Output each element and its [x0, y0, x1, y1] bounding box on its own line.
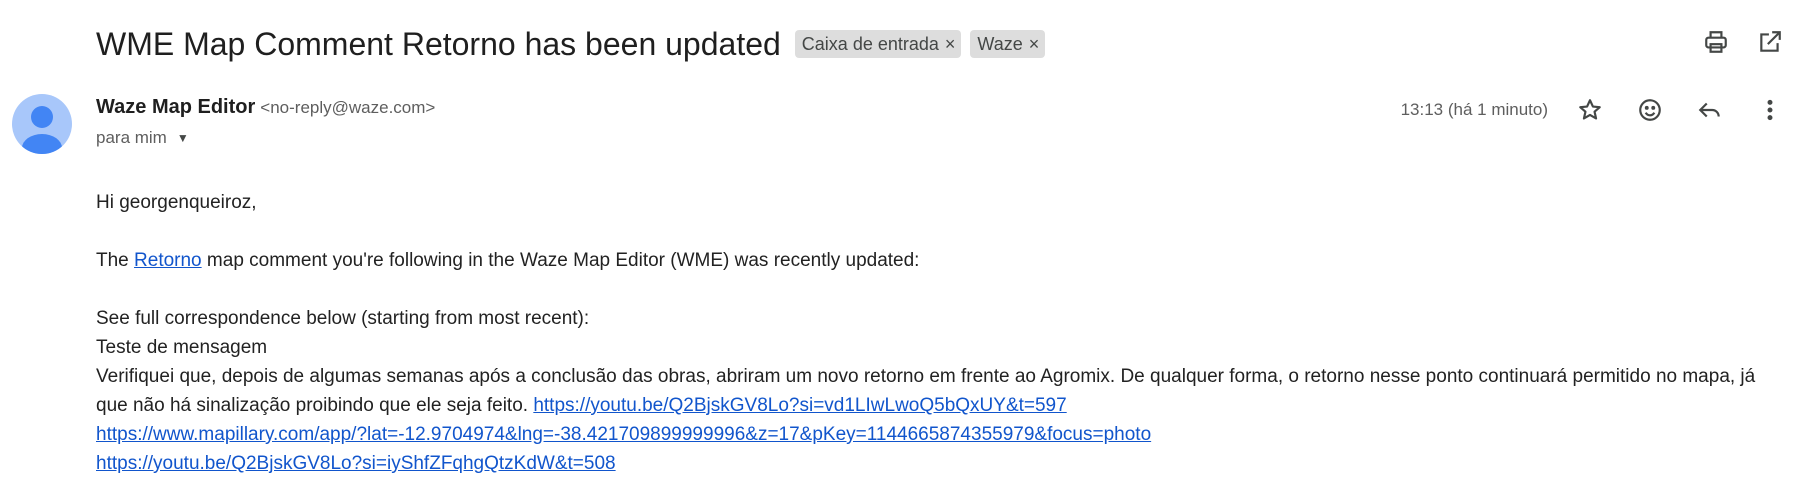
recipient-row: para mim ▼: [96, 128, 189, 148]
star-icon[interactable]: [1574, 94, 1606, 126]
retorno-link[interactable]: Retorno: [134, 250, 202, 271]
more-vertical-icon[interactable]: [1754, 94, 1786, 126]
remove-label-inbox-button[interactable]: ×: [945, 34, 956, 55]
email-subject: WME Map Comment Retorno has been updated: [96, 25, 781, 62]
label-chip-inbox-text: Caixa de entrada: [801, 33, 939, 54]
sender-email: <no-reply@waze.com>: [260, 98, 436, 117]
label-chip-waze[interactable]: Waze ×: [970, 30, 1046, 58]
sender-row: Waze Map Editor <no-reply@waze.com>: [96, 96, 435, 119]
youtube-link-2[interactable]: https://youtu.be/Q2BjskGV8Lo?si=iyShfZFq…: [96, 453, 616, 474]
top-actions: [1700, 26, 1786, 58]
open-in-new-window-icon[interactable]: [1754, 26, 1786, 58]
smiley-icon[interactable]: [1634, 94, 1666, 126]
mapillary-link[interactable]: https://www.mapillary.com/app/?lat=-12.9…: [96, 424, 1151, 445]
youtube-link-1[interactable]: https://youtu.be/Q2BjskGV8Lo?si=vd1LIwLw…: [533, 395, 1066, 416]
update-notice: The Retorno map comment you're following…: [96, 246, 1786, 275]
message-meta: 13:13 (há 1 minuto): [1401, 94, 1786, 126]
greeting: Hi georgenqueiroz,: [96, 192, 257, 213]
correspondence-intro: See full correspondence below (starting …: [96, 308, 590, 329]
caret-down-icon[interactable]: ▼: [177, 131, 189, 145]
sender-name[interactable]: Waze Map Editor: [96, 96, 255, 119]
timestamp: 13:13 (há 1 minuto): [1400, 100, 1548, 119]
reply-icon[interactable]: [1694, 94, 1726, 126]
update-notice-prefix: The: [96, 250, 135, 271]
message-title: Teste de mensagem: [96, 337, 268, 358]
label-chip-waze-text: Waze: [977, 33, 1023, 54]
email-body: Hi georgenqueiroz, The Retorno map comme…: [96, 188, 1786, 478]
message-text: Verifiquei que, depois de algumas semana…: [96, 362, 1786, 420]
person-avatar-icon: [12, 94, 72, 154]
update-notice-suffix: map comment you're following in the Waze…: [201, 250, 920, 271]
recipient-text: para mim: [96, 128, 167, 147]
printer-icon[interactable]: [1700, 26, 1732, 58]
remove-label-waze-button[interactable]: ×: [1029, 34, 1040, 55]
label-chip-inbox[interactable]: Caixa de entrada ×: [794, 30, 962, 58]
subject-row: WME Map Comment Retorno has been updated…: [96, 20, 1054, 68]
